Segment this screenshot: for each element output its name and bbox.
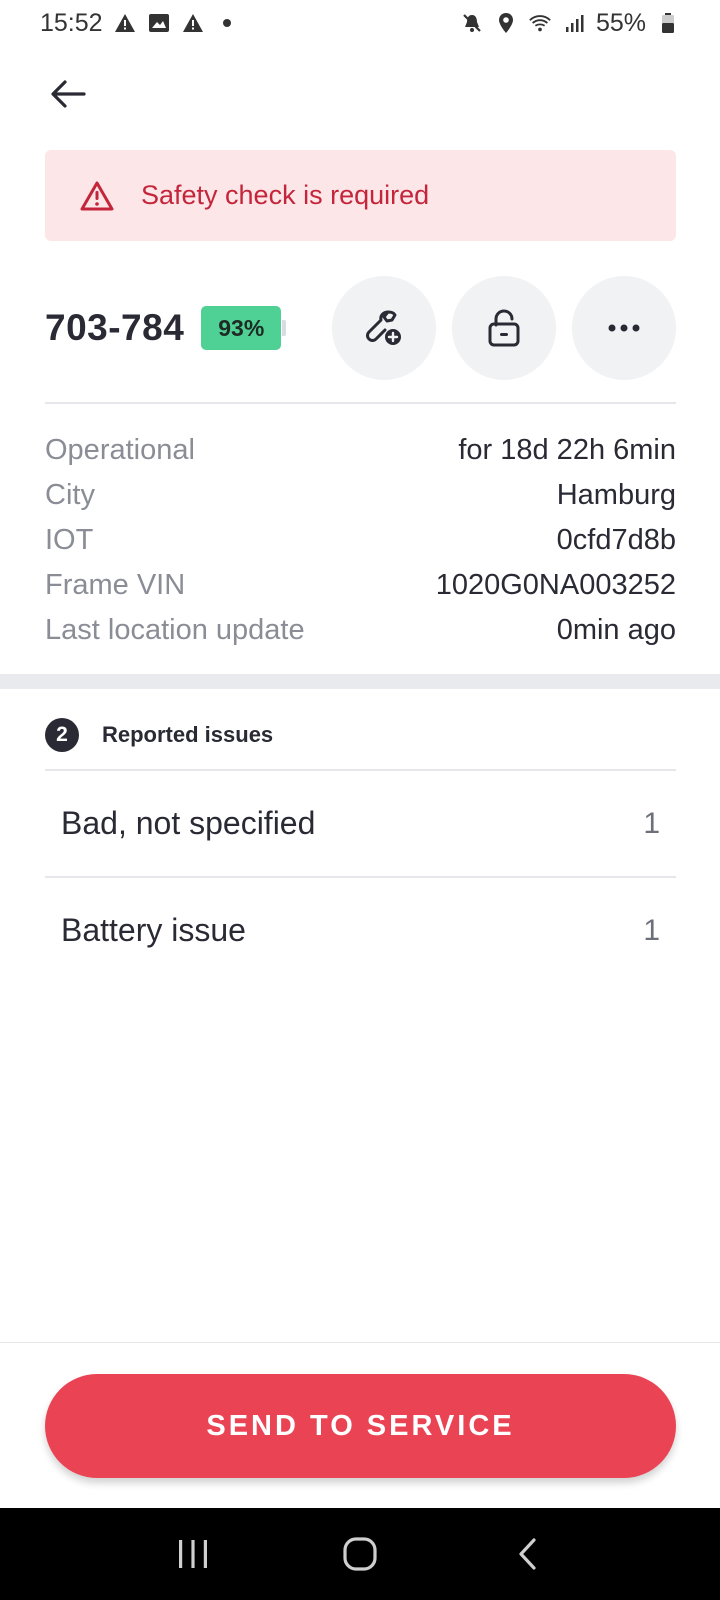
info-label: City xyxy=(45,479,95,511)
status-bar: 15:52 55% xyxy=(0,0,720,46)
action-buttons xyxy=(332,276,676,380)
wrench-plus-icon xyxy=(366,310,401,345)
system-nav-bar xyxy=(0,1508,720,1600)
section-separator xyxy=(0,674,720,689)
battery-level: 93% xyxy=(201,306,282,350)
info-row-frame-vin: Frame VIN 1020G0NA003252 xyxy=(45,563,676,608)
issue-row[interactable]: Bad, not specified 1 xyxy=(45,771,676,876)
image-icon xyxy=(147,11,171,35)
issue-count: 1 xyxy=(643,913,660,947)
issue-name: Bad, not specified xyxy=(61,805,316,841)
info-label: IOT xyxy=(45,524,94,556)
info-label: Last location update xyxy=(45,614,305,646)
warning-icon xyxy=(181,11,205,35)
info-value: 0min ago xyxy=(556,614,676,646)
more-button[interactable] xyxy=(572,276,676,380)
battery-tip xyxy=(282,320,287,336)
warning-triangle-icon xyxy=(80,181,114,210)
info-row-city: City Hamburg xyxy=(45,473,676,518)
send-to-service-button[interactable]: SEND TO SERVICE xyxy=(45,1374,676,1478)
home-button[interactable] xyxy=(330,1524,390,1584)
vehicle-header: 703-784 93% xyxy=(45,275,676,381)
arrow-left-icon xyxy=(51,80,86,108)
vehicle-info-list: Operational for 18d 22h 6min City Hambur… xyxy=(45,428,676,653)
bottom-separator xyxy=(0,1342,720,1343)
issues-count-badge: 2 xyxy=(45,718,79,752)
back-icon xyxy=(519,1538,536,1570)
safety-alert-banner: Safety check is required xyxy=(45,150,676,241)
info-label: Operational xyxy=(45,434,195,466)
issues-title: Reported issues xyxy=(102,722,274,747)
alert-text: Safety check is required xyxy=(141,180,430,210)
info-label: Frame VIN xyxy=(45,569,186,601)
recents-icon xyxy=(179,1540,208,1568)
info-value: for 18d 22h 6min xyxy=(458,434,676,466)
info-value: 1020G0NA003252 xyxy=(435,569,676,601)
lock-icon xyxy=(488,309,520,347)
battery-icon xyxy=(656,11,680,35)
info-value: Hamburg xyxy=(556,479,676,511)
issue-count: 1 xyxy=(643,806,660,840)
issue-row[interactable]: Battery issue 1 xyxy=(45,878,676,983)
home-icon xyxy=(343,1537,377,1571)
signal-icon xyxy=(562,11,586,35)
status-time: 15:52 xyxy=(40,8,103,37)
issue-name: Battery issue xyxy=(61,912,246,948)
info-row-operational: Operational for 18d 22h 6min xyxy=(45,428,676,473)
info-row-last-location: Last location update 0min ago xyxy=(45,608,676,653)
dot-icon xyxy=(222,19,231,27)
recents-button[interactable] xyxy=(163,1524,223,1584)
divider xyxy=(45,402,676,404)
battery-badge: 93% xyxy=(201,306,287,350)
nav-back-button[interactable] xyxy=(497,1524,557,1584)
vehicle-id: 703-784 xyxy=(45,307,185,348)
lock-button[interactable] xyxy=(452,276,556,380)
wifi-icon xyxy=(528,11,552,35)
more-icon xyxy=(608,324,640,332)
repair-button[interactable] xyxy=(332,276,436,380)
mute-icon xyxy=(460,11,484,35)
warning-icon xyxy=(113,11,137,35)
issues-header: 2 Reported issues xyxy=(45,718,273,752)
status-battery-percent: 55% xyxy=(595,8,646,37)
info-value: 0cfd7d8b xyxy=(556,524,676,556)
location-icon xyxy=(494,11,518,35)
info-row-iot: IOT 0cfd7d8b xyxy=(45,518,676,563)
back-button[interactable] xyxy=(46,72,90,116)
